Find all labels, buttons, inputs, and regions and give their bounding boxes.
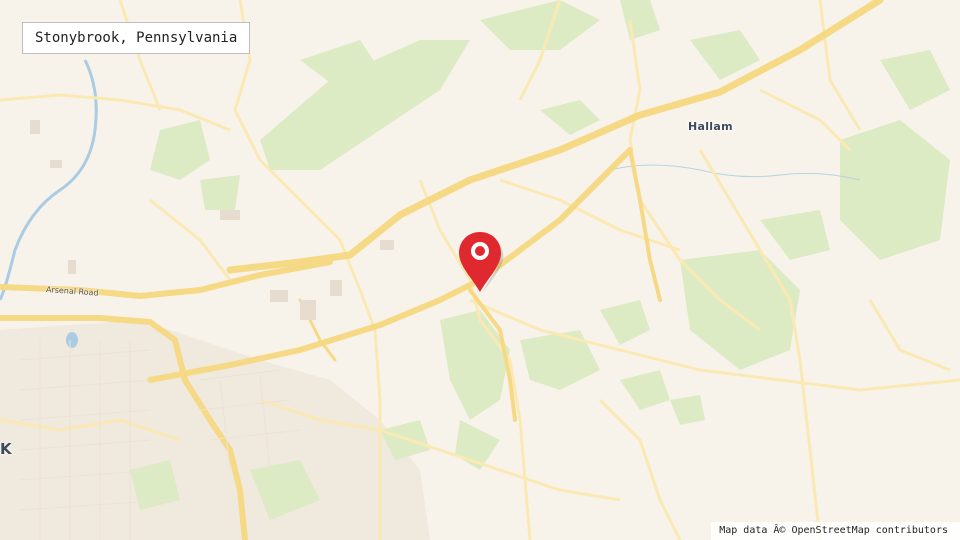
location-title: Stonybrook, Pennsylvania	[22, 22, 251, 54]
map-attribution[interactable]: Map data Â© OpenStreetMap contributors	[711, 522, 960, 540]
pond	[66, 332, 78, 348]
map-pin-icon[interactable]	[455, 228, 507, 296]
city-label-partial: K	[0, 440, 12, 458]
map-canvas[interactable]: Stonybrook, Pennsylvania Hallam Arsenal …	[0, 0, 960, 540]
place-label-hallam: Hallam	[688, 120, 733, 133]
